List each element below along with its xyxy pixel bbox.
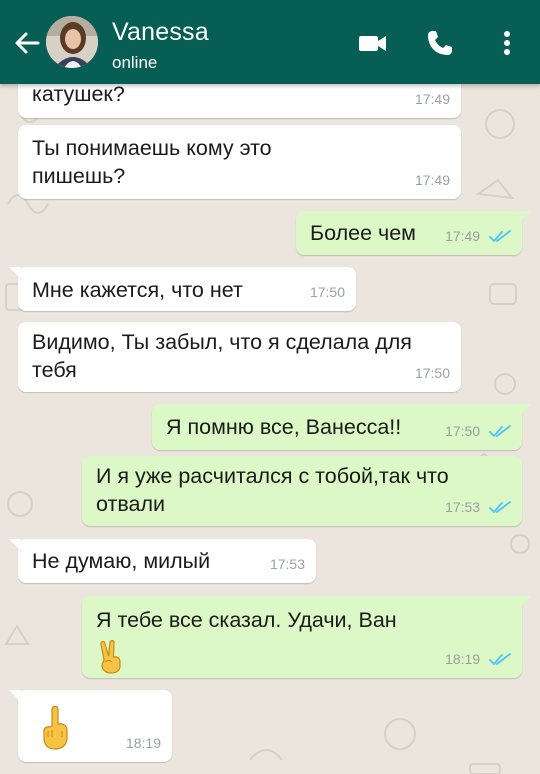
message-meta: 17:49 [445,222,511,250]
message-bubble-incoming[interactable]: катушек? 17:49 [18,84,461,118]
message-time: 18:19 [125,735,161,751]
double-check-read-icon [489,425,511,437]
phone-icon[interactable] [423,26,457,60]
chat-area[interactable]: катушек? 17:49 Ты понимаешь кому это пиш… [0,84,540,774]
message-time: 17:49 [414,91,450,107]
contact-avatar[interactable] [46,16,98,68]
message-bubble-incoming[interactable]: 18:19 [9,690,172,762]
double-check-read-icon [489,230,511,242]
bubble-tail [9,690,21,702]
message-time: 17:50 [309,284,345,300]
contact-status: online [112,53,158,72]
middle-finger-emoji [43,705,68,750]
message-text: катушек? [32,84,125,106]
message-time: 17:53 [269,556,305,572]
bubble-tail [9,267,21,279]
contact-name[interactable]: Vanessa [112,18,209,47]
bubble-tail [519,404,531,416]
message-time: 17:49 [445,228,481,244]
message-time: 17:50 [414,365,450,381]
arrow-left-icon[interactable] [10,26,44,60]
message-time: 17:50 [445,423,481,439]
message-text: Не думаю, милый [32,549,211,573]
message-text: Я тебе все сказал. Удачи, Ван [96,608,397,632]
bubble-tail [9,539,21,551]
message-bubble-outgoing[interactable]: Я тебе все сказал. Удачи, Ван 18:19 [82,596,531,678]
message-bubble-outgoing[interactable]: Более чем 17:49 [296,211,531,255]
video-camera-icon[interactable] [355,26,389,60]
message-bubble-incoming[interactable]: Мне кажется, что нет 17:50 [9,267,356,311]
message-meta: 18:19 [445,645,511,673]
message-bubble-incoming[interactable]: Не думаю, милый 17:53 [9,539,316,583]
message-bubble-incoming[interactable]: Видимо, Ты забыл, что я сделала для тебя… [18,322,461,392]
message-time: 17:53 [445,499,481,515]
chat-header: Vanessa online [0,0,540,84]
double-check-read-icon [489,653,511,665]
message-bubble-outgoing[interactable]: И я уже расчитался с тобой,так что отвал… [82,456,522,526]
message-time: 18:19 [445,651,481,667]
message-meta: 17:50 [445,417,511,445]
message-text: Ты понимаешь кому это пишешь? [32,136,272,188]
bubble-tail [519,596,531,608]
message-time: 17:49 [414,172,450,188]
message-meta: 17:53 [445,493,511,521]
message-text: Видимо, Ты забыл, что я сделала для тебя [32,330,412,382]
message-text: И я уже расчитался с тобой,так что отвал… [96,464,449,516]
bubble-tail [519,211,531,223]
message-text: Более чем [310,221,416,245]
more-vertical-icon[interactable] [490,26,524,60]
message-bubble-outgoing[interactable]: Я помню все, Ванесса!! 17:50 [152,404,531,450]
victory-hand-emoji [100,640,121,674]
double-check-read-icon [489,501,511,513]
message-text: Мне кажется, что нет [32,278,243,302]
message-bubble-incoming[interactable]: Ты понимаешь кому это пишешь? 17:49 [18,125,461,199]
message-text: Я помню все, Ванесса!! [166,415,402,439]
